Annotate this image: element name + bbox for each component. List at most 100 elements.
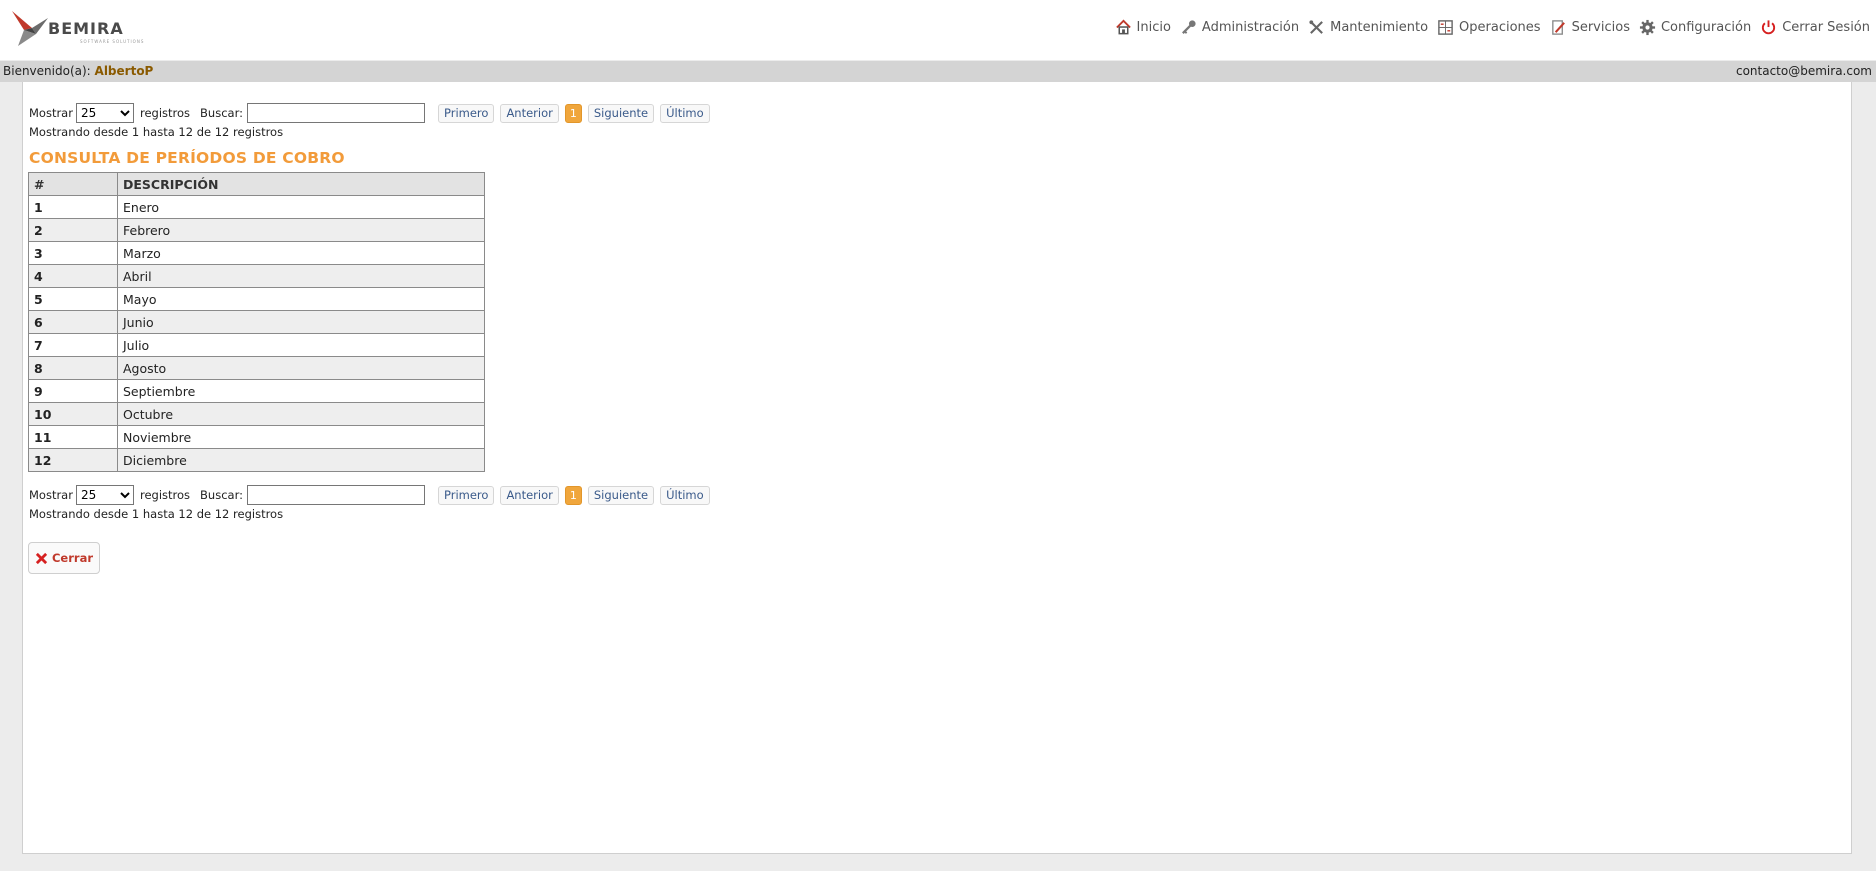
calculator-icon bbox=[1438, 20, 1453, 35]
row-number: 4 bbox=[28, 264, 118, 288]
table-row[interactable]: 9 Septiembre bbox=[28, 379, 485, 403]
table-row[interactable]: 5 Mayo bbox=[28, 287, 485, 311]
close-button[interactable]: Cerrar bbox=[28, 542, 100, 574]
row-description: Mayo bbox=[117, 287, 485, 311]
records-label: registros bbox=[139, 488, 191, 502]
table-row[interactable]: 8 Agosto bbox=[28, 356, 485, 380]
next-page-button[interactable]: Siguiente bbox=[587, 103, 655, 123]
show-label: Mostrar bbox=[29, 488, 73, 502]
nav-label: Inicio bbox=[1136, 20, 1171, 35]
power-icon bbox=[1762, 20, 1776, 35]
search-input[interactable] bbox=[246, 103, 425, 123]
column-header-number[interactable]: # bbox=[28, 172, 118, 196]
bemira-logo-mark bbox=[12, 11, 48, 46]
nav-label: Servicios bbox=[1571, 20, 1630, 35]
gear-icon bbox=[1639, 19, 1656, 36]
records-info-bottom: Mostrando desde 1 hasta 12 de 12 registr… bbox=[29, 507, 284, 521]
page-size-select[interactable]: 25 bbox=[75, 485, 134, 505]
row-number: 8 bbox=[28, 356, 118, 380]
row-description: Marzo bbox=[117, 241, 485, 265]
row-number: 3 bbox=[28, 241, 118, 265]
first-page-button[interactable]: Primero bbox=[437, 103, 495, 123]
table-header-row: # DESCRIPCIÓN bbox=[28, 172, 485, 196]
last-page-button[interactable]: Último bbox=[660, 103, 710, 123]
close-button-label: Cerrar bbox=[51, 551, 93, 565]
previous-page-button[interactable]: Anterior bbox=[500, 103, 559, 123]
table-controls-top: Mostrar 25 registros Buscar: Primero Ant… bbox=[29, 101, 716, 125]
row-number: 12 bbox=[28, 448, 118, 472]
nav-label: Cerrar Sesión bbox=[1782, 20, 1870, 35]
nav-label: Configuración bbox=[1660, 20, 1752, 35]
edit-icon bbox=[1551, 20, 1565, 35]
row-number: 5 bbox=[28, 287, 118, 311]
page-title: CONSULTA DE PERÍODOS DE COBRO bbox=[29, 149, 345, 167]
welcome-message: Bienvenido(a): AlbertoP bbox=[3, 61, 153, 82]
tools-icon bbox=[1309, 20, 1324, 34]
nav-inicio[interactable]: Inicio bbox=[1115, 19, 1171, 36]
table-row[interactable]: 11 Noviembre bbox=[28, 425, 485, 449]
search-input[interactable] bbox=[246, 485, 425, 505]
nav-mantenimiento[interactable]: Mantenimiento bbox=[1308, 19, 1428, 36]
close-icon bbox=[35, 552, 48, 564]
row-description: Enero bbox=[117, 195, 485, 219]
records-label: registros bbox=[139, 106, 191, 120]
main-panel: Mostrar 25 registros Buscar: Primero Ant… bbox=[22, 82, 1852, 854]
row-description: Abril bbox=[117, 264, 485, 288]
table-row[interactable]: 10 Octubre bbox=[28, 402, 485, 426]
records-info-top: Mostrando desde 1 hasta 12 de 12 registr… bbox=[29, 125, 284, 139]
brand-logo[interactable]: BEMIRA SOFTWARE SOLUTIONS bbox=[10, 8, 143, 52]
row-number: 1 bbox=[28, 195, 118, 219]
welcome-prefix: Bienvenido(a): bbox=[3, 64, 91, 78]
table-controls-bottom: Mostrar 25 registros Buscar: Primero Ant… bbox=[29, 483, 716, 507]
next-page-button[interactable]: Siguiente bbox=[587, 485, 655, 505]
pagination-bottom: Primero Anterior 1 Siguiente Último bbox=[437, 485, 716, 505]
pagination-top: Primero Anterior 1 Siguiente Último bbox=[437, 103, 716, 123]
table-row[interactable]: 4 Abril bbox=[28, 264, 485, 288]
main-nav: Inicio Administración Mantenimiento Oper… bbox=[1106, 19, 1870, 36]
row-description: Diciembre bbox=[117, 448, 485, 472]
key-icon bbox=[1181, 20, 1196, 34]
table-row[interactable]: 12 Diciembre bbox=[28, 448, 485, 472]
nav-administracion[interactable]: Administración bbox=[1180, 19, 1299, 36]
table-row[interactable]: 6 Junio bbox=[28, 310, 485, 334]
row-description: Septiembre bbox=[117, 379, 485, 403]
search-label: Buscar: bbox=[200, 106, 243, 120]
show-label: Mostrar bbox=[29, 106, 73, 120]
row-description: Octubre bbox=[117, 402, 485, 426]
home-icon bbox=[1115, 19, 1131, 35]
row-description: Noviembre bbox=[117, 425, 485, 449]
nav-operaciones[interactable]: Operaciones bbox=[1437, 19, 1541, 36]
nav-configuracion[interactable]: Configuración bbox=[1639, 19, 1751, 36]
row-description: Julio bbox=[117, 333, 485, 357]
first-page-button[interactable]: Primero bbox=[437, 485, 495, 505]
search-label: Buscar: bbox=[200, 488, 243, 502]
column-header-description[interactable]: DESCRIPCIÓN bbox=[117, 172, 485, 196]
row-description: Febrero bbox=[117, 218, 485, 242]
row-number: 2 bbox=[28, 218, 118, 242]
table-row[interactable]: 2 Febrero bbox=[28, 218, 485, 242]
previous-page-button[interactable]: Anterior bbox=[500, 485, 559, 505]
row-description: Junio bbox=[117, 310, 485, 334]
brand-tagline: SOFTWARE SOLUTIONS bbox=[80, 39, 145, 44]
contact-email: contacto@bemira.com bbox=[1735, 64, 1872, 78]
nav-servicios[interactable]: Servicios bbox=[1550, 19, 1630, 36]
nav-label: Administración bbox=[1201, 20, 1300, 35]
row-number: 9 bbox=[28, 379, 118, 403]
table-row[interactable]: 3 Marzo bbox=[28, 241, 485, 265]
row-number: 11 bbox=[28, 425, 118, 449]
last-page-button[interactable]: Último bbox=[660, 485, 710, 505]
current-page-button[interactable]: 1 bbox=[564, 103, 582, 123]
welcome-bar: Bienvenido(a): AlbertoP contacto@bemira.… bbox=[0, 61, 1876, 82]
row-number: 6 bbox=[28, 310, 118, 334]
row-description: Agosto bbox=[117, 356, 485, 380]
current-user: AlbertoP bbox=[94, 64, 154, 78]
page-size-select[interactable]: 25 bbox=[75, 103, 134, 123]
row-number: 7 bbox=[28, 333, 118, 357]
current-page-button[interactable]: 1 bbox=[564, 485, 582, 505]
table-row[interactable]: 7 Julio bbox=[28, 333, 485, 357]
nav-label: Operaciones bbox=[1459, 20, 1541, 35]
row-number: 10 bbox=[28, 402, 118, 426]
periods-table: # DESCRIPCIÓN 1 Enero 2 Febrero 3 Marzo 4 Ab… bbox=[28, 172, 485, 472]
nav-cerrar-sesion[interactable]: Cerrar Sesión bbox=[1760, 19, 1870, 36]
table-row[interactable]: 1 Enero bbox=[28, 195, 485, 219]
